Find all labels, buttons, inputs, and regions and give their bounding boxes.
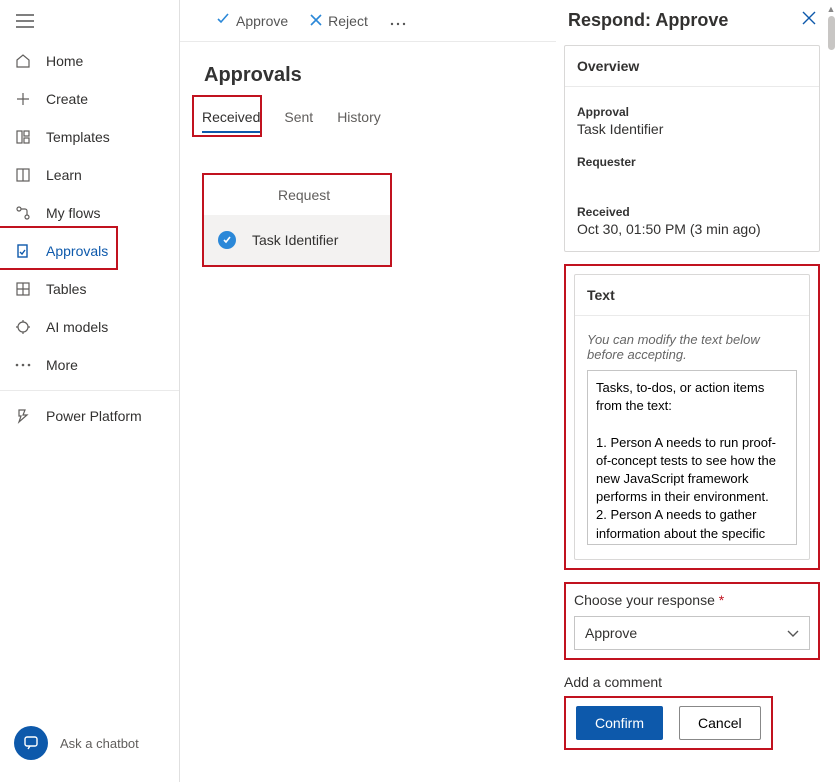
nav-label: AI models [46, 319, 108, 335]
text-heading: Text [575, 275, 809, 316]
ai-icon [14, 318, 32, 336]
cancel-button[interactable]: Cancel [679, 706, 761, 740]
ellipsis-icon [390, 13, 406, 29]
actions-highlight: Confirm Cancel [564, 696, 773, 750]
nav-label: Approvals [46, 243, 108, 259]
plus-icon [14, 90, 32, 108]
templates-icon [14, 128, 32, 146]
sidebar-item-home[interactable]: Home [0, 42, 179, 80]
text-card: Text You can modify the text below befor… [574, 274, 810, 560]
nav-label: Templates [46, 129, 110, 145]
x-icon [310, 13, 322, 29]
text-textarea[interactable] [588, 371, 796, 541]
approve-label: Approve [236, 13, 288, 29]
request-column-header: Request [204, 175, 390, 215]
nav-label: Create [46, 91, 88, 107]
chevron-down-icon [787, 625, 799, 641]
approve-button[interactable]: Approve [216, 12, 288, 29]
text-hint: You can modify the text below before acc… [587, 332, 797, 362]
chatbot-label: Ask a chatbot [60, 736, 139, 751]
reject-button[interactable]: Reject [310, 13, 368, 29]
received-value: Oct 30, 01:50 PM (3 min ago) [577, 221, 807, 237]
close-button[interactable] [802, 11, 816, 30]
response-label: Choose your response * [574, 592, 810, 608]
overview-card: Overview Approval Task Identifier Reques… [564, 45, 820, 252]
approvals-icon [14, 242, 32, 260]
request-table: Request Task Identifier [202, 173, 392, 267]
hamburger-button[interactable] [0, 0, 179, 42]
nav-label: Home [46, 53, 83, 69]
sidebar-item-approvals[interactable]: Approvals [0, 232, 179, 270]
scroll-up-icon: ▲ [827, 4, 836, 14]
flow-icon [14, 204, 32, 222]
separator [0, 390, 179, 391]
overview-heading: Overview [565, 46, 819, 87]
book-icon [14, 166, 32, 184]
grid-icon [14, 280, 32, 298]
nav-label: Tables [46, 281, 86, 297]
text-section-highlight: Text You can modify the text below befor… [564, 264, 820, 570]
requester-label: Requester [577, 155, 807, 169]
confirm-button[interactable]: Confirm [576, 706, 663, 740]
comment-label: Add a comment [564, 674, 820, 690]
home-icon [14, 52, 32, 70]
nav-label: Power Platform [46, 408, 142, 424]
sidebar-item-myflows[interactable]: My flows [0, 194, 179, 232]
sidebar-item-tables[interactable]: Tables [0, 270, 179, 308]
nav-label: More [46, 357, 78, 373]
nav-list: Home Create Templates Learn My flows [0, 42, 179, 710]
response-section-highlight: Choose your response * Approve [564, 582, 820, 660]
sidebar-item-aimodels[interactable]: AI models [0, 308, 179, 346]
power-icon [14, 407, 32, 425]
side-panel: Respond: Approve Overview Approval Task … [556, 0, 836, 782]
request-title: Task Identifier [252, 232, 338, 248]
chatbot-launcher[interactable]: Ask a chatbot [0, 710, 179, 782]
panel-scrollbar[interactable]: ▲ [826, 0, 836, 782]
sidebar-item-create[interactable]: Create [0, 80, 179, 118]
request-row[interactable]: Task Identifier [204, 215, 390, 265]
tab-received[interactable]: Received [202, 109, 260, 133]
response-selected: Approve [585, 625, 637, 641]
sidebar-item-templates[interactable]: Templates [0, 118, 179, 156]
nav-label: My flows [46, 205, 100, 221]
requester-value [577, 171, 807, 187]
more-button[interactable] [390, 13, 406, 29]
ellipsis-icon [14, 356, 32, 374]
sidebar-item-learn[interactable]: Learn [0, 156, 179, 194]
received-label: Received [577, 205, 807, 219]
approval-label: Approval [577, 105, 807, 119]
check-icon [216, 12, 230, 29]
tab-sent[interactable]: Sent [284, 109, 313, 133]
approval-value: Task Identifier [577, 121, 807, 137]
sidebar-item-powerplatform[interactable]: Power Platform [0, 397, 179, 435]
nav-label: Learn [46, 167, 82, 183]
reject-label: Reject [328, 13, 368, 29]
chatbot-icon [14, 726, 48, 760]
panel-title: Respond: Approve [568, 10, 728, 31]
sidebar: Home Create Templates Learn My flows [0, 0, 180, 782]
response-select[interactable]: Approve [574, 616, 810, 650]
check-circle-icon [218, 231, 236, 249]
tab-history[interactable]: History [337, 109, 381, 133]
sidebar-item-more[interactable]: More [0, 346, 179, 384]
scroll-thumb[interactable] [828, 16, 835, 50]
